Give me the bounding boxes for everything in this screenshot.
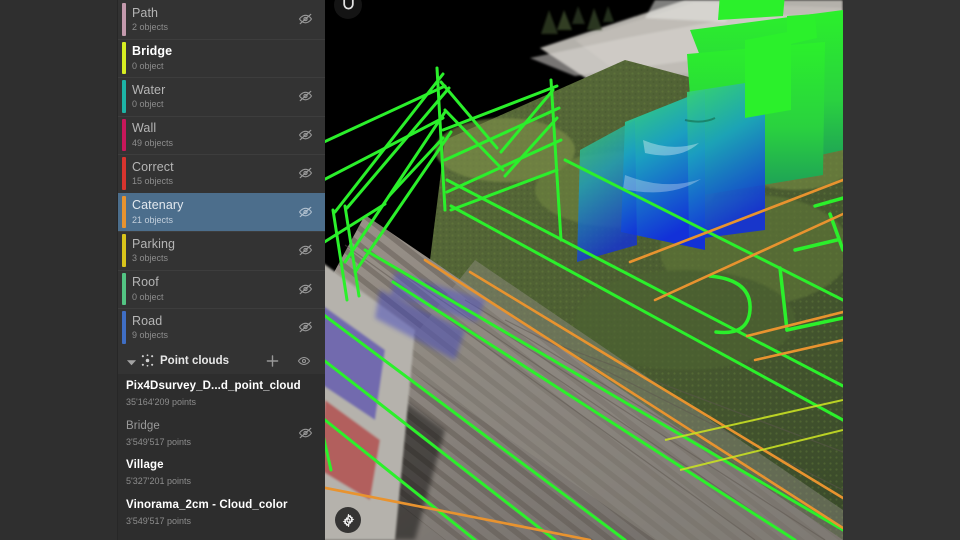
layer-name: Bridge bbox=[132, 45, 172, 58]
layer-object-count: 3 objects bbox=[132, 254, 175, 263]
point-clouds-title: Point clouds bbox=[160, 355, 229, 367]
point-cloud-count: 5'327'201 points bbox=[126, 476, 325, 486]
layer-color-chip bbox=[122, 196, 126, 229]
eye-off-icon[interactable] bbox=[298, 12, 313, 27]
layer-row-path[interactable]: Path 2 objects bbox=[118, 0, 325, 39]
eye-off-icon[interactable] bbox=[298, 204, 313, 219]
layer-object-count: 21 objects bbox=[132, 216, 184, 225]
layer-color-chip bbox=[122, 119, 126, 152]
layer-color-chip bbox=[122, 42, 126, 75]
point-cloud-item-pix4dsurvey[interactable]: Pix4Dsurvey_D...d_point_cloud 35'164'209… bbox=[118, 374, 325, 414]
eye-icon[interactable] bbox=[297, 354, 311, 368]
layer-name: Correct bbox=[132, 161, 174, 174]
eye-off-icon[interactable] bbox=[298, 243, 313, 258]
layer-color-chip bbox=[122, 311, 126, 344]
point-cloud-name: Pix4Dsurvey_D...d_point_cloud bbox=[126, 380, 325, 392]
pix4d-survey-window: Path 2 objects Bridge 0 object bbox=[0, 0, 960, 540]
layer-color-chip bbox=[122, 3, 126, 36]
layers-sidebar: Path 2 objects Bridge 0 object bbox=[118, 0, 325, 540]
point-clouds-header[interactable]: Point clouds bbox=[118, 347, 325, 374]
point-cloud-name: Bridge bbox=[126, 420, 325, 432]
left-gutter bbox=[0, 0, 118, 540]
layer-row-bridge[interactable]: Bridge 0 object bbox=[118, 39, 325, 78]
layer-color-chip bbox=[122, 273, 126, 306]
layer-color-chip bbox=[122, 234, 126, 267]
eye-off-icon[interactable] bbox=[298, 127, 313, 142]
point-cloud-icon bbox=[141, 354, 154, 367]
3d-viewport[interactable] bbox=[325, 0, 843, 540]
layer-name: Parking bbox=[132, 238, 175, 251]
eye-off-icon[interactable] bbox=[298, 281, 313, 296]
layer-row-roof[interactable]: Roof 0 object bbox=[118, 270, 325, 309]
right-gutter bbox=[843, 0, 960, 540]
point-cloud-count: 3'549'517 points bbox=[126, 516, 325, 526]
viewport-settings-button[interactable] bbox=[335, 507, 361, 533]
layer-name: Road bbox=[132, 315, 168, 328]
layer-row-road[interactable]: Road 9 objects bbox=[118, 308, 325, 347]
eye-off-icon[interactable] bbox=[298, 166, 313, 181]
layer-name: Catenary bbox=[132, 199, 184, 212]
layer-row-water[interactable]: Water 0 object bbox=[118, 77, 325, 116]
layer-color-chip bbox=[122, 80, 126, 113]
eye-off-icon[interactable] bbox=[298, 426, 313, 441]
layer-row-correct[interactable]: Correct 15 objects bbox=[118, 154, 325, 193]
layer-row-wall[interactable]: Wall 49 objects bbox=[118, 116, 325, 155]
layer-row-catenary[interactable]: Catenary 21 objects bbox=[118, 193, 325, 232]
layer-object-count: 9 objects bbox=[132, 331, 168, 340]
chevron-down-icon[interactable] bbox=[126, 355, 137, 366]
point-cloud-name: Vinorama_2cm - Cloud_color bbox=[126, 499, 325, 511]
layer-object-count: 15 objects bbox=[132, 177, 174, 186]
layer-name: Water bbox=[132, 84, 165, 97]
layer-object-count: 0 object bbox=[132, 293, 164, 302]
orbit-reset-icon bbox=[341, 0, 356, 13]
eye-off-icon[interactable] bbox=[298, 89, 313, 104]
layer-list: Path 2 objects Bridge 0 object bbox=[118, 0, 325, 347]
layer-name: Path bbox=[132, 7, 168, 20]
layer-color-chip bbox=[122, 157, 126, 190]
layer-object-count: 49 objects bbox=[132, 139, 173, 148]
point-clouds-section: Point clouds Pix4Dsurvey_D...d_point_clo… bbox=[118, 347, 325, 540]
point-cloud-count: 35'164'209 points bbox=[126, 397, 325, 407]
layer-object-count: 0 object bbox=[132, 100, 165, 109]
point-cloud-count: 3'549'517 points bbox=[126, 437, 325, 447]
layer-name: Roof bbox=[132, 276, 164, 289]
layer-object-count: 0 object bbox=[132, 62, 172, 71]
eye-off-icon[interactable] bbox=[298, 320, 313, 335]
gear-icon bbox=[342, 514, 355, 527]
plus-icon[interactable] bbox=[266, 354, 279, 367]
layer-name: Wall bbox=[132, 122, 173, 135]
point-cloud-render bbox=[325, 0, 843, 540]
layer-object-count: 2 objects bbox=[132, 23, 168, 32]
layer-row-parking[interactable]: Parking 3 objects bbox=[118, 231, 325, 270]
point-cloud-item-village[interactable]: Village 5'327'201 points bbox=[118, 453, 325, 493]
point-cloud-item-vinorama[interactable]: Vinorama_2cm - Cloud_color 3'549'517 poi… bbox=[118, 493, 325, 533]
point-cloud-item-bridge[interactable]: Bridge 3'549'517 points bbox=[118, 414, 325, 454]
point-cloud-name: Village bbox=[126, 459, 325, 471]
